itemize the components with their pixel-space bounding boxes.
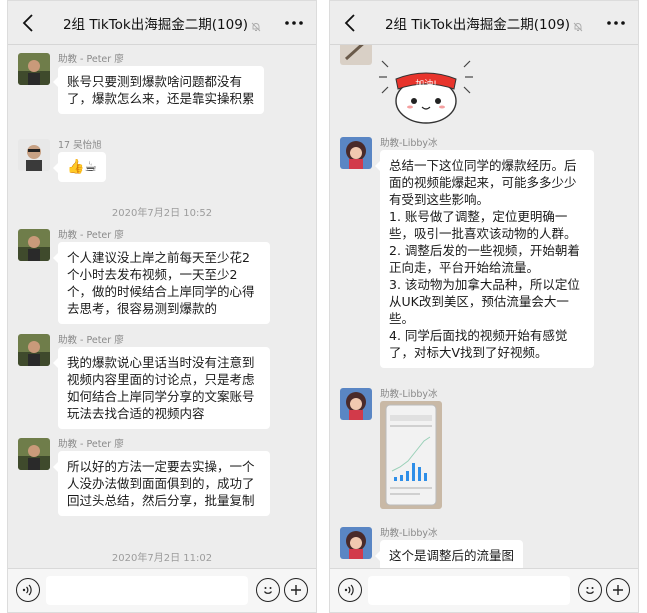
message-input[interactable]	[368, 576, 570, 605]
message-item: 助教 - Peter 廖 账号只要测到爆款啥问题都没有了，爆款怎么来，还是靠实操…	[8, 51, 316, 131]
sender-name: 助教 - Peter 廖	[58, 335, 124, 346]
avatar[interactable]	[18, 139, 50, 171]
message-input[interactable]	[46, 576, 248, 605]
avatar[interactable]	[18, 53, 50, 85]
mute-bell-icon	[251, 20, 261, 31]
message-item: 助教-Libby冰	[330, 386, 638, 546]
message-bubble[interactable]: 总结一下这位同学的爆款经历。后面的视频能爆起来，可能多多少少有受到这些影响。 1…	[375, 150, 594, 368]
avatar[interactable]	[18, 229, 50, 261]
chat-messages: 加油! 助教-Libby冰 总结一下这位同学的爆款经历。后面的视频能爆起来，可能…	[330, 45, 638, 568]
avatar[interactable]	[18, 438, 50, 470]
message-bubble[interactable]: 👍☕	[53, 152, 106, 182]
chat-input-bar	[8, 568, 316, 612]
sender-name: 助教 - Peter 廖	[58, 54, 124, 65]
chevron-left-icon[interactable]	[16, 9, 40, 37]
chat-screen-left: 2组 TikTok出海掘金二期(109) 助教 - Peter 廖 账号只要测到…	[7, 0, 317, 613]
message-bubble[interactable]: 我的爆款说心里话当时没有注意到视频内容里面的讨论点，只是考虑如何结合上岸同学分享…	[53, 347, 270, 429]
voice-icon[interactable]	[338, 578, 362, 602]
chat-input-bar	[330, 568, 638, 612]
message-bubble[interactable]: 这个是调整后的流量图	[374, 540, 524, 568]
emoji-icon[interactable]	[256, 578, 280, 602]
chat-title: 2组 TikTok出海掘金二期(109)	[385, 13, 583, 33]
message-bubble[interactable]: 所以好的方法一定要去实操，一个人没办法做到面面俱到的，成功了回过头总结，然后分享…	[53, 451, 270, 516]
sticker-text: 加油!	[415, 78, 437, 90]
sender-name: 助教-Libby冰	[380, 389, 438, 400]
timestamp: 2020年7月2日 10:52	[111, 208, 213, 219]
sender-name: 17 吴怡旭	[58, 140, 102, 151]
message-bubble[interactable]: 个人建议没上岸之前每天至少花2个小时去发布视频，一天至少2个，做的时候结合上岸同…	[53, 242, 270, 324]
chat-messages: 助教 - Peter 廖 账号只要测到爆款啥问题都没有了，爆款怎么来，还是靠实操…	[8, 45, 316, 568]
more-dots-icon[interactable]	[604, 9, 628, 37]
sticker-image[interactable]: 加油!	[376, 49, 476, 129]
timestamp: 2020年7月2日 11:02	[111, 553, 213, 564]
message-item: 助教 - Peter 廖 所以好的方法一定要去实操，一个人没办法做到面面俱到的，…	[8, 436, 316, 536]
chevron-left-icon[interactable]	[338, 9, 362, 37]
avatar[interactable]	[340, 527, 372, 559]
avatar[interactable]	[340, 45, 372, 65]
message-item: 助教 - Peter 廖 个人建议没上岸之前每天至少花2个小时去发布视频，一天至…	[8, 227, 316, 327]
message-item: 17 吴怡旭 👍☕	[8, 137, 316, 187]
chat-title: 2组 TikTok出海掘金二期(109)	[63, 13, 261, 33]
sender-name: 助教-Libby冰	[380, 528, 438, 539]
sender-name: 助教-Libby冰	[380, 138, 438, 149]
sender-name: 助教 - Peter 廖	[58, 439, 124, 450]
more-dots-icon[interactable]	[282, 9, 306, 37]
plus-icon[interactable]	[284, 578, 308, 602]
avatar[interactable]	[18, 334, 50, 366]
message-item: 助教-Libby冰 这个是调整后的流量图	[330, 525, 638, 568]
chat-screen-right: 2组 TikTok出海掘金二期(109) 加油! 助教-Libby冰 总结一下这…	[329, 0, 639, 613]
avatar[interactable]	[340, 137, 372, 169]
traffic-chart-image[interactable]	[380, 401, 442, 509]
mute-bell-icon	[573, 20, 583, 31]
voice-icon[interactable]	[16, 578, 40, 602]
chat-header: 2组 TikTok出海掘金二期(109)	[8, 1, 316, 45]
plus-icon[interactable]	[606, 578, 630, 602]
message-item: 助教 - Peter 廖 我的爆款说心里话当时没有注意到视频内容里面的讨论点，只…	[8, 332, 316, 432]
chat-header: 2组 TikTok出海掘金二期(109)	[330, 1, 638, 45]
message-bubble[interactable]: 账号只要测到爆款啥问题都没有了，爆款怎么来，还是靠实操积累	[53, 66, 264, 114]
message-item: 助教-Libby冰 总结一下这位同学的爆款经历。后面的视频能爆起来，可能多多少少…	[330, 135, 638, 385]
emoji-icon[interactable]	[578, 578, 602, 602]
avatar[interactable]	[340, 388, 372, 420]
sender-name: 助教 - Peter 廖	[58, 230, 124, 241]
